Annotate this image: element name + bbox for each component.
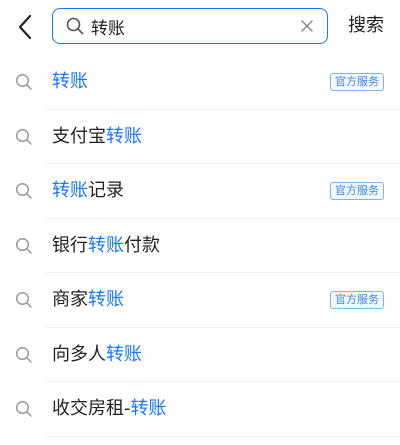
suggestion-item[interactable]: 支付宝转账	[0, 110, 400, 165]
suggestion-list: 转账 官方服务 支付宝转账 转账记录 官方服务 银行转账付款 商家转账 官方服务…	[0, 55, 400, 437]
clear-button[interactable]	[297, 16, 317, 36]
search-icon	[15, 291, 33, 309]
search-icon	[15, 400, 33, 418]
official-service-badge: 官方服务	[330, 182, 384, 201]
official-service-badge: 官方服务	[330, 291, 384, 310]
search-button[interactable]: 搜索	[348, 14, 384, 38]
search-icon	[65, 16, 85, 36]
suggestion-item[interactable]: 向多人转账	[0, 328, 400, 383]
search-icon	[15, 128, 33, 146]
suggestion-prefix: 支付宝	[52, 125, 106, 147]
suggestion-item[interactable]: 银行转账付款	[0, 219, 400, 274]
suggestion-item[interactable]: 转账 官方服务	[0, 55, 400, 110]
suggestion-text: 转账	[52, 70, 88, 94]
search-header: 搜索	[0, 0, 400, 55]
suggestion-suffix: 付款	[124, 234, 160, 256]
search-icon	[15, 346, 33, 364]
official-service-badge: 官方服务	[330, 73, 384, 92]
suggestion-text: 支付宝转账	[52, 125, 142, 149]
suggestion-text: 转账记录	[52, 179, 124, 203]
suggestion-text: 收交房租-转账	[52, 397, 167, 421]
suggestion-text: 商家转账	[52, 288, 124, 312]
suggestion-highlight: 转账	[52, 71, 88, 93]
suggestion-prefix: 商家	[52, 289, 88, 311]
search-icon	[15, 182, 33, 200]
suggestion-highlight: 转账	[106, 125, 142, 147]
search-icon	[15, 73, 33, 91]
suggestion-item[interactable]: 收交房租-转账	[0, 382, 400, 437]
suggestion-highlight: 转账	[52, 180, 88, 202]
suggestion-highlight: 转账	[106, 343, 142, 365]
close-icon	[301, 20, 313, 32]
search-icon	[15, 237, 33, 255]
suggestion-prefix: 银行	[52, 234, 88, 256]
search-box[interactable]	[52, 8, 328, 44]
suggestion-prefix: 收交房租-	[52, 398, 131, 420]
suggestion-text: 银行转账付款	[52, 234, 160, 258]
suggestion-text: 向多人转账	[52, 343, 142, 367]
suggestion-highlight: 转账	[88, 234, 124, 256]
suggestion-item[interactable]: 转账记录 官方服务	[0, 164, 400, 219]
search-input[interactable]	[91, 16, 297, 36]
suggestion-prefix: 向多人	[52, 343, 106, 365]
chevron-left-icon	[18, 14, 32, 40]
suggestion-highlight: 转账	[130, 398, 167, 420]
suggestion-item[interactable]: 商家转账 官方服务	[0, 273, 400, 328]
suggestion-highlight: 转账	[88, 289, 124, 311]
back-button[interactable]	[10, 10, 40, 44]
suggestion-suffix: 记录	[88, 180, 124, 202]
